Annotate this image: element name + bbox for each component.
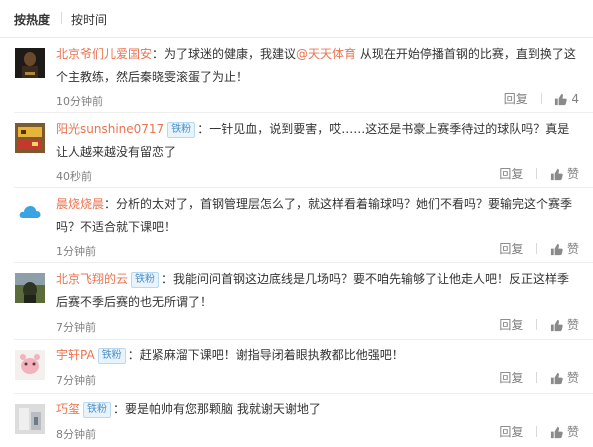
fan-badge[interactable]: 铁粉 <box>97 348 126 364</box>
like-label: 赞 <box>566 242 579 256</box>
reply-button[interactable]: 回复 <box>499 369 523 386</box>
comment-time: 10分钟前 <box>56 95 103 108</box>
reply-button[interactable]: 回复 <box>499 240 523 257</box>
comment-body: 宇轩PA 铁粉 ：赶紧麻溜下课吧！谢指导闭着眼执教都比他强吧！ <box>56 344 576 367</box>
comment-separator: ： <box>161 272 174 286</box>
comment-body: 北京爷们儿爱国安：为了球迷的健康，我建议@天天体育 从现在开始停播首钢的比赛，直… <box>56 43 576 89</box>
comment-actions: 回复 赞 <box>499 423 579 440</box>
avatar-image <box>15 198 45 228</box>
comment-username[interactable]: 宇轩PA <box>56 348 95 362</box>
comment-text: 为了球迷的健康，我建议 <box>164 47 297 61</box>
comment-item: 巧玺 铁粉 ：要是帕帅有您那颗脑 我就谢天谢地了 8分钟前 回复 赞 <box>0 394 593 447</box>
action-divider <box>536 426 538 437</box>
comment-text: 分析的太对了，首钢管理层怎么了，就这样看着输球吗？她们不看吗？要输完这个赛季吗？… <box>56 197 573 234</box>
comment-body: 巧玺 铁粉 ：要是帕帅有您那颗脑 我就谢天谢地了 <box>56 398 576 421</box>
avatar[interactable] <box>15 404 45 434</box>
thumbs-up-icon <box>555 93 568 105</box>
comment-time: 7分钟前 <box>56 374 96 387</box>
avatar[interactable] <box>15 48 45 78</box>
avatar-image <box>15 123 45 153</box>
reply-button[interactable]: 回复 <box>499 316 523 333</box>
comment-actions: 回复 赞 <box>499 165 579 182</box>
like-button[interactable]: 赞 <box>550 240 579 257</box>
avatar[interactable] <box>15 273 45 303</box>
sort-by-hot-tab[interactable]: 按热度 <box>14 11 50 28</box>
thumbs-up-icon <box>550 168 563 181</box>
action-divider <box>540 93 542 104</box>
like-count: 4 <box>571 91 579 106</box>
like-button[interactable]: 4 <box>554 92 579 106</box>
comment-username[interactable]: 北京爷们儿爱国安 <box>56 47 152 61</box>
comment-body: 晨烧烧晨：分析的太对了，首钢管理层怎么了，就这样看着输球吗？她们不看吗？要输完这… <box>56 193 576 239</box>
like-label: 赞 <box>566 425 579 439</box>
thumbs-up-icon <box>550 426 563 439</box>
avatar-image <box>15 273 45 303</box>
like-label: 赞 <box>566 371 579 385</box>
like-button[interactable]: 赞 <box>550 423 579 440</box>
comment-mention-link[interactable]: @天天体育 <box>296 47 356 61</box>
comment-item: 北京爷们儿爱国安：为了球迷的健康，我建议@天天体育 从现在开始停播首钢的比赛，直… <box>0 38 593 113</box>
comment-text: 要是帕帅有您那颗脑 我就谢天谢地了 <box>125 402 321 416</box>
fan-badge[interactable]: 铁粉 <box>83 402 112 418</box>
action-divider <box>536 168 538 179</box>
comment-body: 阳光sunshine0717 铁粉 ：一针见血，说到要害，哎……这还是书豪上赛季待过… <box>56 118 576 164</box>
avatar[interactable] <box>15 198 45 228</box>
like-button[interactable]: 赞 <box>550 369 579 386</box>
comment-separator: ： <box>197 122 210 136</box>
comment-separator: ： <box>104 197 117 211</box>
comment-time: 40秒前 <box>56 170 92 183</box>
avatar[interactable] <box>15 123 45 153</box>
comment-item: 晨烧烧晨：分析的太对了，首钢管理层怎么了，就这样看着输球吗？她们不看吗？要输完这… <box>0 188 593 263</box>
comment-username[interactable]: 北京飞翔的云 <box>56 272 128 286</box>
action-divider <box>536 243 538 254</box>
sort-divider <box>61 12 62 24</box>
comment-actions: 回复 赞 <box>499 316 579 333</box>
comment-text: 赶紧麻溜下课吧！谢指导闭着眼执教都比他强吧！ <box>139 348 404 362</box>
fan-badge[interactable]: 铁粉 <box>167 122 196 138</box>
reply-button[interactable]: 回复 <box>504 90 528 107</box>
avatar-image <box>15 404 45 434</box>
avatar[interactable] <box>15 350 45 380</box>
comment-time: 8分钟前 <box>56 428 96 441</box>
avatar-image <box>15 350 45 380</box>
avatar-image <box>15 48 45 78</box>
like-label: 赞 <box>566 167 579 181</box>
comment-username[interactable]: 巧玺 <box>56 402 80 416</box>
comment-time: 7分钟前 <box>56 321 96 334</box>
comment-actions: 回复 赞 <box>499 240 579 257</box>
thumbs-up-icon <box>550 243 563 256</box>
comment-actions: 回复 4 <box>504 90 579 107</box>
comment-separator: ： <box>127 348 140 362</box>
comment-item: 阳光sunshine0717 铁粉 ：一针见血，说到要害，哎……这还是书豪上赛季待过… <box>0 113 593 188</box>
like-button[interactable]: 赞 <box>550 316 579 333</box>
comment-separator: ： <box>113 402 126 416</box>
comment-item: 宇轩PA 铁粉 ：赶紧麻溜下课吧！谢指导闭着眼执教都比他强吧！ 7分钟前 回复 赞 <box>0 340 593 394</box>
like-button[interactable]: 赞 <box>550 165 579 182</box>
comment-username[interactable]: 晨烧烧晨 <box>56 197 104 211</box>
fan-badge[interactable]: 铁粉 <box>131 272 160 288</box>
sort-by-time-tab[interactable]: 按时间 <box>71 11 107 28</box>
like-label: 赞 <box>566 318 579 332</box>
comment-body: 北京飞翔的云 铁粉 ：我能问问首钢这边底线是几场吗？要不咱先输够了让他走人吧！反正这… <box>56 268 576 314</box>
comment-actions: 回复 赞 <box>499 369 579 386</box>
action-divider <box>536 319 538 330</box>
reply-button[interactable]: 回复 <box>499 423 523 440</box>
thumbs-up-icon <box>550 319 563 332</box>
comment-username[interactable]: 阳光sunshine0717 <box>56 122 164 136</box>
comment-item: 北京飞翔的云 铁粉 ：我能问问首钢这边底线是几场吗？要不咱先输够了让他走人吧！反正这… <box>0 263 593 340</box>
comment-time: 1分钟前 <box>56 245 96 258</box>
comment-separator: ： <box>152 47 165 61</box>
action-divider <box>536 372 538 383</box>
thumbs-up-icon <box>550 372 563 385</box>
sort-bar: 按热度 按时间 <box>0 0 593 38</box>
reply-button[interactable]: 回复 <box>499 165 523 182</box>
